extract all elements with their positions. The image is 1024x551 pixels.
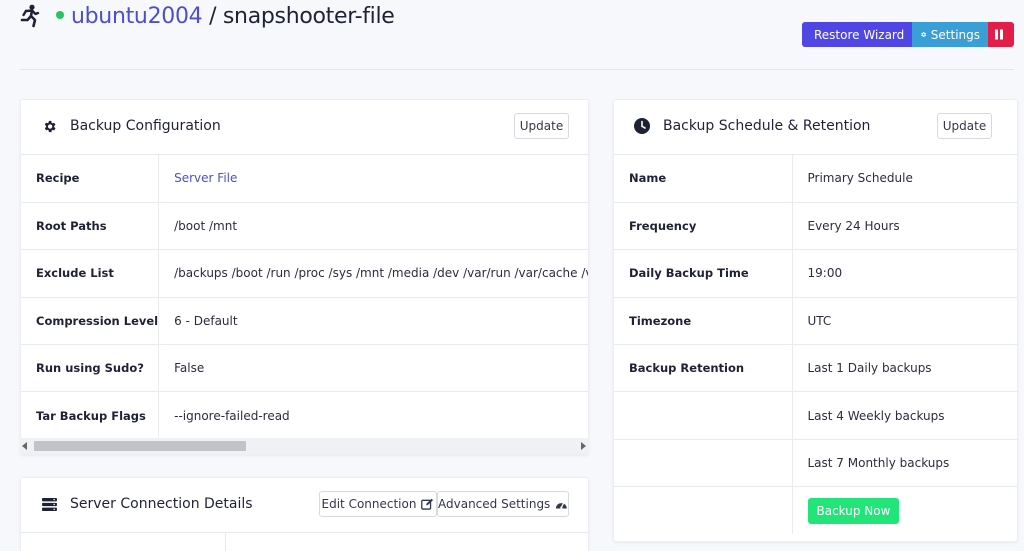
row-key: Recipe: [21, 155, 160, 203]
row-value: Every 24 Hours: [792, 202, 1017, 251]
clock-icon: [634, 118, 650, 134]
job-name: snapshooter-file: [222, 4, 395, 29]
row-key: Name: [614, 155, 793, 203]
table-row: Backup Retention Last 1 Daily backups: [614, 344, 1017, 393]
row-value: Last 7 Monthly backups: [792, 439, 1017, 488]
restore-wizard-button[interactable]: Restore Wizard: [802, 22, 912, 47]
row-value: Last 4 Weekly backups: [792, 391, 1017, 440]
backup-now-button[interactable]: Backup Now: [807, 497, 900, 524]
update-button[interactable]: Update: [937, 113, 992, 139]
row-key: [614, 486, 793, 535]
advanced-settings-button[interactable]: Advanced Settings: [437, 491, 569, 517]
row-value: Last 1 Daily backups: [792, 344, 1017, 393]
edit-connection-button[interactable]: Edit Connection: [319, 491, 437, 517]
row-key: Root Paths: [21, 202, 160, 251]
table-row: Name Primary Schedule: [614, 155, 1017, 203]
gauge-icon: [556, 501, 568, 509]
settings-label: Settings: [930, 27, 980, 42]
row-key: Tar Backup Flags: [21, 391, 160, 440]
row-key: Run using Sudo?: [21, 344, 160, 393]
server-link[interactable]: ubuntu2004: [71, 4, 203, 29]
running-person-icon: [20, 4, 40, 28]
row-value: Primary Schedule: [792, 155, 1017, 203]
restore-wizard-label: Restore Wizard: [814, 27, 905, 42]
row-key: Daily Backup Time: [614, 249, 793, 298]
page-title: ubuntu2004 / snapshooter-file: [56, 3, 395, 31]
backup-now-cell: Backup Now: [792, 487, 1017, 534]
row-value: 6 - Default: [158, 297, 588, 346]
status-dot: [56, 11, 64, 19]
row-value: 19:00: [792, 249, 1017, 298]
settings-button[interactable]: Settings: [912, 22, 988, 47]
server-icon: [42, 498, 57, 511]
row-value: /backups /boot /run /proc /sys /mnt /med…: [158, 249, 588, 298]
pause-icon: [995, 29, 1003, 40]
table-row: Root Paths/boot /mnt: [21, 202, 588, 251]
header-button-group: Restore Wizard Settings: [802, 22, 1014, 47]
scrollbar-thumb[interactable]: [34, 441, 246, 451]
pause-button[interactable]: [988, 22, 1014, 47]
table-row: Backup Now: [614, 486, 1017, 535]
table-row: Recipe Server File: [21, 155, 588, 203]
card-header: Backup Configuration Update: [21, 100, 588, 155]
row-key: Backup Retention: [614, 344, 793, 393]
table-row: Compression Level 6 - Default: [21, 297, 588, 346]
horizontal-scrollbar[interactable]: [20, 438, 589, 454]
row-value: /boot /mnt: [158, 202, 588, 251]
scroll-left-arrow-icon[interactable]: [22, 442, 27, 450]
update-button[interactable]: Update: [514, 113, 569, 139]
table-row: Daily Backup Time 19:00: [614, 249, 1017, 298]
row-key: Compression Level: [21, 297, 160, 346]
row-value: UTC: [792, 297, 1017, 346]
table-row: Run using Sudo? False: [21, 344, 588, 393]
card-title: Backup Schedule & Retention: [663, 118, 871, 134]
table-row: Frequency Every 24 Hours: [614, 202, 1017, 251]
scroll-right-arrow-icon[interactable]: [581, 442, 586, 450]
connection-table-divider: [225, 533, 226, 551]
backup-schedule-card: Backup Schedule & Retention Update Name P…: [613, 99, 1018, 542]
gear-icon: [921, 31, 927, 38]
backup-config-table: Recipe Server File Root Paths/boot /mnt E…: [21, 155, 588, 440]
edit-connection-label: Edit Connection: [321, 497, 417, 511]
row-key: Frequency: [614, 202, 793, 251]
schedule-table: Name Primary Schedule Frequency Every 24 H…: [614, 155, 1017, 535]
row-key: Timezone: [614, 297, 793, 346]
row-value: False: [158, 344, 588, 393]
server-connection-card: Server Connection Details Edit Connectio…: [20, 477, 589, 551]
table-row: Timezone UTC: [614, 297, 1017, 346]
card-title: Server Connection Details: [70, 496, 253, 512]
table-row: Last 7 Monthly backups: [614, 439, 1017, 488]
card-header: Server Connection Details Edit Connectio…: [21, 478, 588, 533]
advanced-settings-label: Advanced Settings: [438, 497, 551, 511]
backup-configuration-card: Backup Configuration Update Recipe Server…: [20, 99, 589, 455]
header-divider: [20, 69, 1014, 70]
table-row: Exclude List/backups /boot /run /proc /s…: [21, 249, 588, 298]
row-key: [614, 391, 793, 440]
row-key: [614, 439, 793, 488]
table-row: Tar Backup Flags --ignore-failed-read: [21, 391, 588, 440]
row-key: Exclude List: [21, 249, 160, 298]
card-title: Backup Configuration: [70, 118, 221, 134]
gear-icon: [44, 120, 56, 133]
card-header: Backup Schedule & Retention Update: [614, 100, 1017, 155]
recipe-link[interactable]: Server File: [158, 155, 588, 203]
table-row: Last 4 Weekly backups: [614, 391, 1017, 440]
row-value: --ignore-failed-read: [158, 391, 588, 440]
title-separator: /: [209, 4, 217, 29]
edit-icon: [421, 498, 434, 510]
